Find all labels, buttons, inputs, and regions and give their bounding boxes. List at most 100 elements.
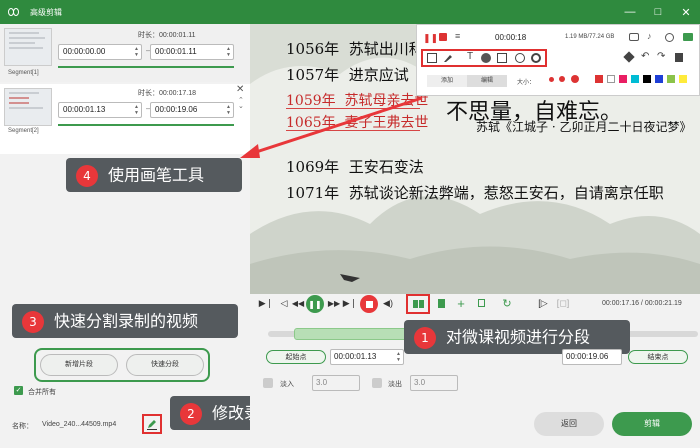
split-icon[interactable]	[410, 297, 426, 311]
new-segment-button[interactable]: 新增片段	[40, 354, 118, 376]
timeline-line: 1056年 苏轼出川科	[286, 38, 424, 59]
add-tab[interactable]: 添加	[427, 75, 467, 87]
redo-icon[interactable]: ↷	[657, 51, 665, 62]
callout-number: 3	[22, 310, 44, 333]
edit-tab[interactable]: 编辑	[467, 75, 507, 87]
color-swatch[interactable]	[559, 76, 565, 82]
segment-end-input[interactable]: 00:00:19.06 ▲ ▼	[150, 102, 234, 118]
speaker-icon[interactable]: ♪	[647, 31, 652, 41]
end-point-value: 00:00:19.06	[566, 352, 609, 361]
segment-start-input[interactable]: 00:00:01.13 ▲ ▼	[58, 102, 142, 118]
end-point-button[interactable]: 结束点	[628, 350, 688, 364]
delete-icon[interactable]	[436, 297, 446, 309]
copy-icon[interactable]	[476, 297, 486, 309]
fade-in-checkbox[interactable]	[263, 378, 273, 388]
undo-icon[interactable]: ↶	[641, 51, 649, 62]
blur-tool-icon[interactable]	[481, 53, 491, 63]
color-swatch[interactable]	[595, 75, 603, 83]
pause-icon[interactable]: ❚❚	[423, 33, 438, 44]
mark-out-icon[interactable]: [◻]	[556, 296, 570, 310]
prev-frame-icon[interactable]: ▶❘	[259, 296, 273, 310]
cut-button[interactable]: 剪辑	[612, 412, 692, 436]
segment-start-input[interactable]: 00:00:00.00 ▲ ▼	[58, 44, 142, 60]
stop-button[interactable]	[360, 295, 378, 313]
volume-icon[interactable]: ◀)	[382, 296, 394, 310]
callout-number: 2	[180, 402, 202, 425]
color-swatch[interactable]	[631, 75, 639, 83]
start-point-input[interactable]: 00:00:01.13 ▲ ▼	[330, 349, 404, 365]
eraser-icon[interactable]	[623, 51, 635, 63]
spotlight-tool-icon[interactable]	[531, 53, 541, 63]
close-button[interactable]: ✕	[678, 4, 694, 20]
name-label: 名称：	[12, 423, 33, 430]
segment-thumbnail	[4, 28, 52, 66]
callout-3: 3 快速分割录制的视频	[12, 304, 238, 338]
maximize-button[interactable]: □	[650, 4, 666, 20]
zoom-tool-icon[interactable]	[515, 53, 525, 63]
pause-button[interactable]: ❚❚	[306, 295, 324, 313]
folder-icon[interactable]	[683, 33, 693, 41]
add-icon[interactable]: +	[454, 295, 468, 311]
quote-source: 苏轼《江城子 · 乙卯正月二十日夜记梦》	[476, 120, 692, 134]
color-swatch[interactable]	[655, 75, 663, 83]
color-swatch[interactable]	[667, 75, 675, 83]
quick-split-button[interactable]: 快速分段	[126, 354, 204, 376]
callout-text: 对微课视频进行分段	[446, 327, 591, 347]
window-title: 高级剪辑	[30, 7, 62, 17]
merge-all-checkbox[interactable]: ✓	[14, 386, 23, 395]
trash-icon[interactable]	[675, 53, 683, 62]
rewind-icon[interactable]: ◀◀	[292, 296, 304, 310]
segment-start-value: 00:00:01.13	[63, 105, 106, 114]
menu-icon[interactable]: ≡	[455, 31, 460, 41]
size-label: 大小：	[517, 80, 536, 86]
mark-in-icon[interactable]: [▷	[536, 296, 550, 310]
end-point-input[interactable]: 00:00:19.06	[562, 349, 622, 365]
duration-value: 00:00:17.18	[159, 90, 196, 97]
color-swatch[interactable]	[643, 75, 651, 83]
segment-start-value: 00:00:00.00	[63, 47, 106, 56]
fade-in-label: 淡入	[280, 381, 294, 388]
fade-out-input[interactable]: 3.0	[410, 375, 458, 391]
image-tool-icon[interactable]	[497, 53, 507, 63]
remove-segment-icon[interactable]: ✕	[236, 84, 244, 95]
minimize-button[interactable]: —	[622, 4, 638, 20]
fade-out-checkbox[interactable]	[372, 378, 382, 388]
file-name: Video_240...44509.mp4	[42, 421, 117, 428]
segment-item-selected[interactable]: Segment[2] 时长：00:00:17.18 ✕ ⌃ ⌄ 00:00:01.…	[0, 84, 250, 154]
forward-icon[interactable]: ▶▶	[328, 296, 340, 310]
step-back-icon[interactable]: ◁	[278, 296, 290, 310]
spinner-icon[interactable]: ▲ ▼	[396, 351, 401, 363]
camera-icon[interactable]	[629, 33, 639, 41]
event: 苏轼谈论新法弊端，惹怒王安石，自请离京任职	[348, 184, 664, 202]
fade-out-value: 3.0	[414, 378, 426, 387]
webcam-icon[interactable]	[665, 33, 674, 42]
stop-icon[interactable]	[439, 33, 447, 41]
text-tool-icon[interactable]: T	[467, 51, 477, 62]
color-swatch[interactable]	[607, 75, 615, 83]
total-time: 00:00:21.19	[644, 300, 682, 307]
color-swatch[interactable]	[549, 77, 554, 82]
spinner-icon[interactable]: ▲ ▼	[226, 104, 231, 116]
rename-pencil-icon[interactable]	[146, 418, 158, 430]
segment-thumbnail	[4, 88, 52, 126]
spinner-icon[interactable]: ▲ ▼	[226, 46, 231, 58]
back-button[interactable]: 返回	[534, 412, 604, 436]
pen-tool-icon[interactable]	[443, 53, 453, 63]
fade-out-label: 淡出	[388, 381, 402, 388]
color-swatch[interactable]	[571, 75, 579, 83]
spinner-icon[interactable]: ▲ ▼	[134, 46, 139, 58]
segment-panel: Segment[1] 时长：00:00:01.11 00:00:00.00 ▲ ▼ …	[0, 24, 396, 448]
segment-end-value: 00:00:19.06	[155, 105, 198, 114]
segment-item[interactable]: Segment[1] 时长：00:00:01.11 00:00:00.00 ▲ ▼ …	[0, 24, 250, 82]
year: 1057年	[286, 66, 340, 84]
reset-icon[interactable]: ↻	[500, 295, 514, 311]
next-frame-icon[interactable]: ▶❘	[343, 296, 357, 310]
rectangle-tool-icon[interactable]	[427, 53, 437, 63]
spinner-icon[interactable]: ▲ ▼	[134, 104, 139, 116]
color-swatch[interactable]	[619, 75, 627, 83]
color-swatch[interactable]	[679, 75, 687, 83]
recorder-toolbar: ❚❚ ≡ 00:00:18 1.19 MB/77.24 GB ♪ T ↶ ↷ 添…	[416, 24, 700, 96]
segment-end-input[interactable]: 00:00:01.11 ▲ ▼	[150, 44, 234, 60]
start-point-button[interactable]: 起始点	[266, 350, 326, 364]
fade-in-input[interactable]: 3.0	[312, 375, 360, 391]
